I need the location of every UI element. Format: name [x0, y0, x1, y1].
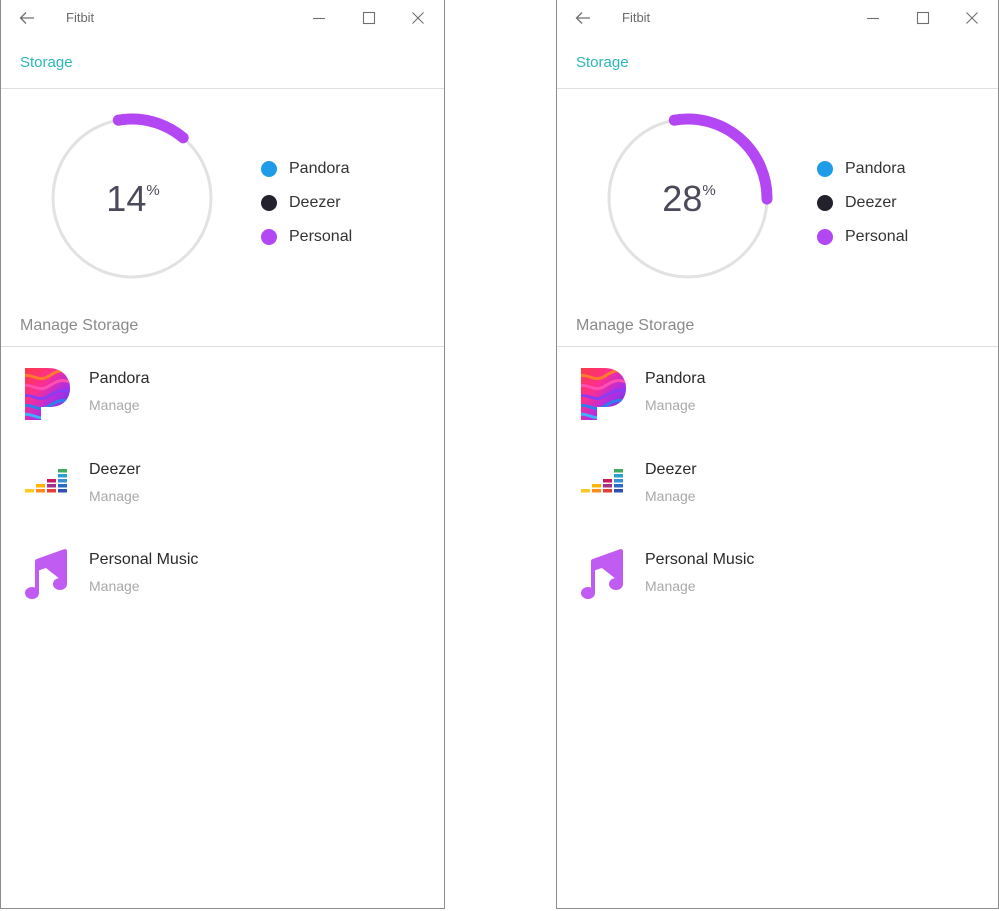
legend-label: Personal: [289, 228, 353, 245]
chart-legend: Pandora Deezer Personal: [817, 152, 908, 254]
donut-svg: 28%: [607, 113, 773, 279]
donut-arc-personal: [112, 113, 189, 144]
minimize-icon: [867, 17, 879, 20]
legend-label: Personal: [845, 228, 909, 245]
legend-label: Deezer: [845, 194, 897, 211]
list-item-pandora[interactable]: Pandora Manage: [1, 366, 444, 446]
music-note-icon: [579, 547, 629, 603]
close-icon: [412, 12, 424, 24]
back-button[interactable]: [15, 6, 39, 30]
maximize-icon: [916, 11, 930, 25]
page-title: Storage: [20, 54, 73, 71]
close-button[interactable]: [960, 6, 984, 30]
back-arrow-icon: [19, 12, 34, 24]
legend-item-deezer: Deezer: [817, 186, 908, 220]
list-item-pandora[interactable]: Pandora Manage: [557, 366, 998, 446]
header-divider: [1, 88, 444, 89]
manage-link[interactable]: Manage: [645, 578, 696, 594]
list-item-deezer[interactable]: Deezer Manage: [1, 457, 444, 537]
close-icon: [966, 12, 978, 24]
legend-item-pandora: Pandora: [817, 152, 908, 186]
percent-value: 14: [106, 178, 146, 219]
section-title: Manage Storage: [576, 317, 695, 334]
minimize-button[interactable]: [861, 6, 885, 30]
manage-link[interactable]: Manage: [645, 488, 696, 504]
item-name: Pandora: [89, 370, 150, 387]
percent-readout: 28%: [662, 178, 715, 219]
legend-label: Pandora: [289, 160, 350, 177]
percent-readout: 14%: [106, 178, 159, 219]
manage-link[interactable]: Manage: [89, 578, 140, 594]
chart-legend: Pandora Deezer Personal: [261, 152, 352, 254]
fitbit-window-2: Fitbit Storage 28% Pandora Deezer Person…: [556, 0, 999, 909]
item-name: Deezer: [645, 461, 697, 478]
maximize-button[interactable]: [911, 6, 935, 30]
item-name: Personal Music: [645, 551, 755, 568]
legend-label: Deezer: [289, 194, 341, 211]
legend-dot-pandora: [817, 161, 833, 177]
legend-item-pandora: Pandora: [261, 152, 352, 186]
legend-dot-pandora: [261, 161, 277, 177]
legend-dot-personal: [817, 229, 833, 245]
item-name: Pandora: [645, 370, 706, 387]
legend-dot-deezer: [261, 195, 277, 211]
donut-svg: 14%: [51, 113, 213, 279]
fitbit-window-1: Fitbit Storage 14% Pandora Deezer Person…: [0, 0, 445, 909]
legend-item-deezer: Deezer: [261, 186, 352, 220]
title-bar: Fitbit: [557, 0, 998, 36]
section-divider: [1, 346, 444, 347]
app-title: Fitbit: [622, 10, 651, 25]
close-button[interactable]: [406, 6, 430, 30]
storage-donut-chart: 14%: [41, 107, 223, 289]
minimize-icon: [313, 17, 325, 20]
minimize-button[interactable]: [307, 6, 331, 30]
app-title: Fitbit: [66, 10, 95, 25]
list-item-deezer[interactable]: Deezer Manage: [557, 457, 998, 537]
deezer-logo-icon: [579, 457, 629, 513]
item-name: Personal Music: [89, 551, 199, 568]
deezer-logo-icon: [23, 457, 73, 513]
manage-link[interactable]: Manage: [645, 397, 696, 413]
header-divider: [557, 88, 998, 89]
legend-item-personal: Personal: [817, 220, 908, 254]
manage-link[interactable]: Manage: [89, 488, 140, 504]
pandora-logo-icon: [579, 366, 629, 422]
item-name: Deezer: [89, 461, 141, 478]
pandora-logo-icon: [23, 366, 73, 422]
section-divider: [557, 346, 998, 347]
music-note-icon: [23, 547, 73, 603]
back-button[interactable]: [571, 6, 595, 30]
manage-link[interactable]: Manage: [89, 397, 140, 413]
list-item-personal-music[interactable]: Personal Music Manage: [1, 547, 444, 627]
storage-donut-chart: 28%: [597, 107, 779, 289]
back-arrow-icon: [575, 12, 590, 24]
percent-unit: %: [146, 182, 159, 199]
percent-value: 28: [662, 178, 702, 219]
legend-label: Pandora: [845, 160, 906, 177]
legend-dot-personal: [261, 229, 277, 245]
maximize-icon: [362, 11, 376, 25]
legend-dot-deezer: [817, 195, 833, 211]
legend-item-personal: Personal: [261, 220, 352, 254]
maximize-button[interactable]: [357, 6, 381, 30]
page-title: Storage: [576, 54, 629, 71]
percent-unit: %: [702, 182, 715, 199]
list-item-personal-music[interactable]: Personal Music Manage: [557, 547, 998, 627]
title-bar: Fitbit: [1, 0, 444, 36]
section-title: Manage Storage: [20, 317, 139, 334]
